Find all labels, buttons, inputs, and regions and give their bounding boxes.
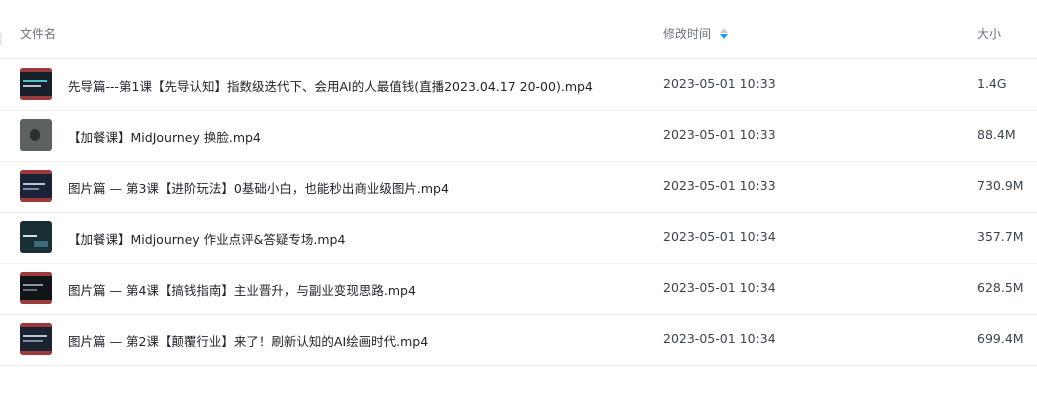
file-name[interactable]: 【加餐课】MidJourney 换脸.mp4 (68, 127, 261, 146)
file-modified-time: 2023-05-01 10:33 (663, 178, 776, 193)
file-name[interactable]: 【加餐课】Midjourney 作业点评&答疑专场.mp4 (68, 229, 345, 248)
file-size: 628.5M (977, 280, 1024, 295)
sort-ascending-icon (720, 27, 729, 33)
file-modified-time: 2023-05-01 10:34 (663, 229, 776, 244)
video-thumbnail-icon (20, 272, 52, 304)
file-size: 730.9M (977, 178, 1024, 193)
file-name[interactable]: 图片篇 — 第4课【搞钱指南】主业晋升，与副业变现思路.mp4 (68, 280, 416, 299)
file-row[interactable]: 图片篇 — 第3课【进阶玩法】0基础小白，也能秒出商业级图片.mp4 2023-… (0, 161, 1037, 213)
file-modified-time: 2023-05-01 10:33 (663, 76, 776, 91)
video-thumbnail-icon (20, 119, 52, 151)
file-row[interactable]: 图片篇 — 第2课【颠覆行业】来了！刷新认知的AI绘画时代.mp4 2023-0… (0, 314, 1037, 366)
file-list: 文件名 修改时间 大小 先导篇---第1课【先导认知】指数级迭代下、会用AI的人… (0, 0, 1037, 412)
file-row[interactable]: 【加餐课】MidJourney 换脸.mp4 2023-05-01 10:33 … (0, 110, 1037, 162)
file-row[interactable]: 图片篇 — 第4课【搞钱指南】主业晋升，与副业变现思路.mp4 2023-05-… (0, 263, 1037, 315)
video-thumbnail-icon (20, 323, 52, 355)
column-header-name[interactable]: 文件名 (20, 25, 56, 42)
file-name[interactable]: 先导篇---第1课【先导认知】指数级迭代下、会用AI的人最值钱(直播2023.0… (68, 76, 593, 95)
video-thumbnail-icon (20, 170, 52, 202)
file-modified-time: 2023-05-01 10:34 (663, 280, 776, 295)
file-row[interactable]: 【加餐课】Midjourney 作业点评&答疑专场.mp4 2023-05-01… (0, 212, 1037, 264)
header-edge-marker (0, 33, 2, 45)
sort-descending-icon (720, 33, 729, 39)
file-modified-time: 2023-05-01 10:33 (663, 127, 776, 142)
file-size: 699.4M (977, 331, 1024, 346)
sort-icon[interactable] (719, 27, 729, 41)
column-header-size[interactable]: 大小 (977, 25, 1001, 42)
video-thumbnail-icon (20, 68, 52, 100)
video-thumbnail-icon (20, 221, 52, 253)
file-modified-time: 2023-05-01 10:34 (663, 331, 776, 346)
file-size: 88.4M (977, 127, 1016, 142)
file-size: 357.7M (977, 229, 1024, 244)
column-header-modified-time-label: 修改时间 (663, 27, 712, 41)
file-row[interactable]: 先导篇---第1课【先导认知】指数级迭代下、会用AI的人最值钱(直播2023.0… (0, 59, 1037, 111)
column-header-modified-time[interactable]: 修改时间 (663, 25, 729, 42)
file-name[interactable]: 图片篇 — 第2课【颠覆行业】来了！刷新认知的AI绘画时代.mp4 (68, 331, 428, 350)
file-list-header: 文件名 修改时间 大小 (0, 8, 1037, 59)
file-size: 1.4G (977, 76, 1007, 91)
file-name[interactable]: 图片篇 — 第3课【进阶玩法】0基础小白，也能秒出商业级图片.mp4 (68, 178, 449, 197)
